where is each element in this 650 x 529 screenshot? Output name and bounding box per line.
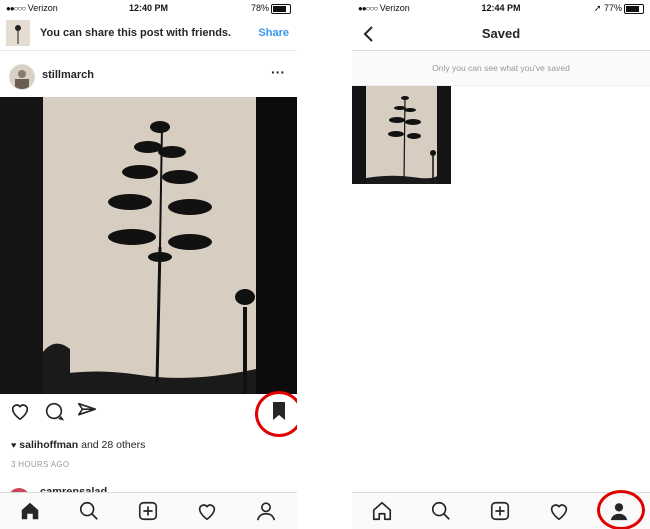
page-title: Saved — [481, 26, 521, 41]
search-icon[interactable] — [78, 500, 100, 522]
search-icon[interactable] — [430, 500, 452, 522]
share-banner-text: You can share this post with friends. — [40, 27, 232, 39]
activity-heart-icon[interactable] — [548, 500, 570, 522]
left-phone-screen: ●●○○○ Verizon 12:40 PM 78% You can share… — [0, 0, 297, 529]
likes-user[interactable]: salihoffman — [19, 439, 78, 451]
battery: ➚ 77% — [594, 3, 644, 14]
share-button[interactable]: Share — [258, 27, 289, 39]
post-username[interactable]: stillmarch — [42, 69, 94, 81]
heart-icon[interactable] — [9, 400, 31, 427]
battery-percent: 77% — [603, 3, 622, 13]
status-bar: ●●○○○ Verizon 12:44 PM ➚ 77% — [352, 0, 650, 16]
add-icon[interactable] — [137, 500, 159, 522]
share-thumbnail — [6, 20, 30, 46]
profile-icon[interactable] — [255, 500, 277, 522]
activity-heart-icon[interactable] — [196, 500, 218, 522]
saved-post-thumbnail[interactable] — [352, 86, 451, 184]
add-icon[interactable] — [489, 500, 511, 522]
saved-info-text: Only you can see what you've saved — [432, 63, 570, 73]
post-time-ago: 3 HOURS AGO — [11, 460, 70, 469]
tab-bar — [352, 492, 650, 529]
send-icon[interactable] — [76, 400, 98, 427]
share-banner: You can share this post with friends. Sh… — [0, 18, 297, 51]
post-actions — [0, 398, 297, 428]
likes-rest[interactable]: and 28 others — [81, 439, 145, 451]
post-photo[interactable] — [0, 97, 297, 394]
comment-icon[interactable] — [43, 400, 65, 427]
avatar[interactable] — [9, 64, 35, 90]
home-icon[interactable] — [19, 500, 41, 522]
saved-info-bar: Only you can see what you've saved — [352, 51, 650, 86]
more-options-icon[interactable]: ··· — [271, 64, 285, 80]
home-icon[interactable] — [371, 500, 393, 522]
battery: 78% — [251, 3, 291, 14]
battery-icon — [271, 3, 291, 14]
likes-line: ♥ salihoffman and 28 others — [11, 439, 146, 451]
right-phone-screen: ●●○○○ Verizon 12:44 PM ➚ 77% Saved Only … — [352, 0, 650, 529]
nav-bar: Saved — [352, 18, 650, 51]
tab-bar — [0, 492, 297, 529]
battery-percent: 78% — [250, 3, 269, 13]
bookmark-icon[interactable] — [270, 400, 288, 427]
location-icon: ➚ — [593, 3, 602, 13]
profile-icon[interactable] — [608, 500, 630, 522]
post-header: stillmarch ··· — [0, 58, 297, 94]
battery-icon — [624, 3, 644, 14]
status-bar: ●●○○○ Verizon 12:40 PM 78% — [0, 0, 297, 16]
